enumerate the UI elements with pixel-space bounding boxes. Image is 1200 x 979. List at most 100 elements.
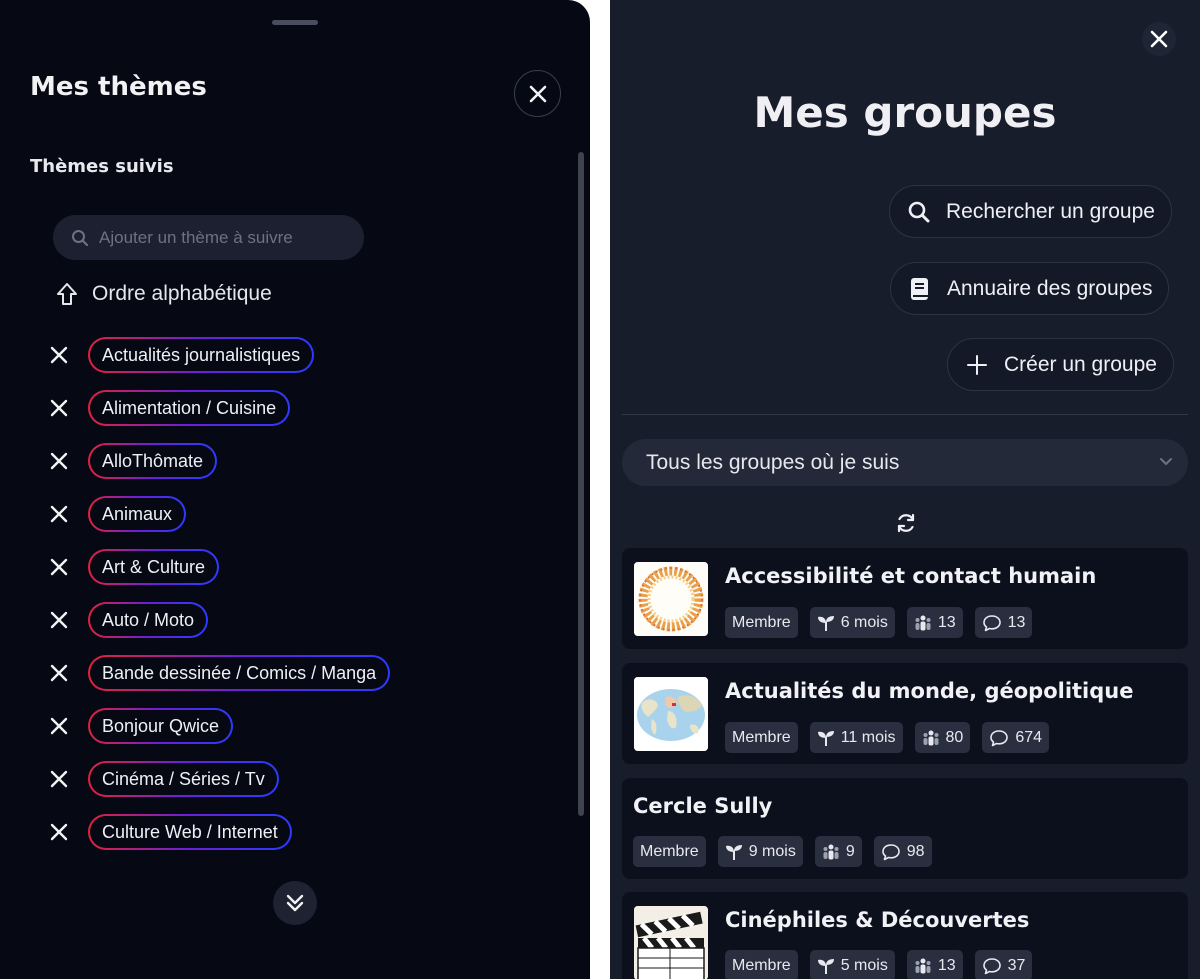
clapperboard-image xyxy=(634,906,708,979)
group-card[interactable]: Accessibilité et contact humain Membre 6… xyxy=(622,548,1188,649)
sort-toggle[interactable]: Ordre alphabétique xyxy=(56,282,272,306)
theme-tag[interactable]: Cinéma / Séries / Tv xyxy=(88,761,279,797)
search-group-button[interactable]: Rechercher un groupe xyxy=(889,185,1172,238)
arrow-up-icon xyxy=(57,283,77,305)
close-icon xyxy=(1150,30,1168,48)
theme-tag[interactable]: AlloThômate xyxy=(88,443,218,479)
users-icon xyxy=(823,844,839,859)
members-badge: 9 xyxy=(814,836,862,867)
comment-icon xyxy=(982,957,1001,974)
remove-theme-button[interactable] xyxy=(46,448,72,474)
search-placeholder: Ajouter un thème à suivre xyxy=(99,227,293,247)
theme-tag[interactable]: Bande dessinée / Comics / Manga xyxy=(88,655,391,691)
users-icon xyxy=(915,615,931,630)
group-name: Accessibilité et contact humain xyxy=(725,564,1097,588)
remove-theme-button[interactable] xyxy=(46,342,72,368)
search-icon xyxy=(908,201,930,222)
comment-icon xyxy=(990,729,1009,746)
scrollbar[interactable] xyxy=(578,152,584,816)
close-icon xyxy=(50,823,68,841)
close-icon xyxy=(50,399,68,417)
refresh-icon[interactable] xyxy=(895,512,917,534)
group-badges: Membre 6 mois 13 13 xyxy=(725,607,1033,638)
theme-item: Bonjour Qwice xyxy=(46,707,234,745)
remove-theme-button[interactable] xyxy=(46,501,72,527)
theme-tag[interactable]: Culture Web / Internet xyxy=(88,814,292,850)
role-label: Membre xyxy=(732,613,791,631)
directory-label: Annuaire des groupes xyxy=(947,276,1153,300)
theme-label: Bande dessinée / Comics / Manga xyxy=(90,657,389,689)
remove-theme-button[interactable] xyxy=(46,713,72,739)
age-label: 11 mois xyxy=(840,728,896,746)
sprout-icon xyxy=(725,844,742,860)
theme-tag[interactable]: Auto / Moto xyxy=(88,602,209,638)
group-badges: Membre 11 mois 80 674 xyxy=(725,722,1050,753)
create-group-label: Créer un groupe xyxy=(1004,352,1157,376)
load-more-button[interactable] xyxy=(273,881,317,925)
remove-theme-button[interactable] xyxy=(46,766,72,792)
theme-item: Culture Web / Internet xyxy=(46,813,292,851)
group-card[interactable]: Actualités du monde, géopolitique Membre… xyxy=(622,663,1188,764)
age-label: 6 mois xyxy=(840,613,888,631)
close-icon xyxy=(50,664,68,682)
theme-label: Alimentation / Cuisine xyxy=(90,392,289,424)
age-badge: 5 mois xyxy=(809,950,895,979)
theme-search-input[interactable]: Ajouter un thème à suivre xyxy=(53,215,364,260)
theme-label: AlloThômate xyxy=(90,445,216,477)
theme-tag[interactable]: Alimentation / Cuisine xyxy=(88,390,291,426)
group-filter-select[interactable]: Tous les groupes où je suis xyxy=(622,439,1188,486)
theme-tag[interactable]: Bonjour Qwice xyxy=(88,708,234,744)
sun-circle-image xyxy=(634,562,708,636)
theme-item: Alimentation / Cuisine xyxy=(46,389,291,427)
create-group-button[interactable]: Créer un groupe xyxy=(947,338,1174,391)
close-button[interactable] xyxy=(1142,22,1176,56)
theme-label: Auto / Moto xyxy=(90,604,207,636)
age-badge: 9 mois xyxy=(717,836,803,867)
messages-badge: 98 xyxy=(873,836,932,867)
directory-button[interactable]: Annuaire des groupes xyxy=(890,262,1170,315)
role-badge: Membre xyxy=(725,950,798,979)
role-label: Membre xyxy=(732,728,791,746)
messages-badge: 674 xyxy=(982,722,1050,753)
messages-badge: 37 xyxy=(974,950,1033,979)
group-name: Actualités du monde, géopolitique xyxy=(725,679,1134,703)
theme-item: Art & Culture xyxy=(46,548,220,586)
close-icon xyxy=(50,558,68,576)
group-card[interactable]: Cinéphiles & Découvertes Membre 5 mois 1… xyxy=(622,892,1188,979)
double-chevron-down-icon xyxy=(286,894,304,912)
remove-theme-button[interactable] xyxy=(46,660,72,686)
theme-tag[interactable]: Art & Culture xyxy=(88,549,220,585)
role-badge: Membre xyxy=(633,836,706,867)
members-badge: 80 xyxy=(914,722,971,753)
theme-label: Animaux xyxy=(90,498,185,530)
divider xyxy=(622,414,1188,415)
role-label: Membre xyxy=(640,842,699,860)
remove-theme-button[interactable] xyxy=(46,819,72,845)
remove-theme-button[interactable] xyxy=(46,395,72,421)
group-card[interactable]: Cercle Sully Membre 9 mois 9 98 xyxy=(622,778,1188,879)
theme-item: Auto / Moto xyxy=(46,601,209,639)
sprout-icon xyxy=(817,730,834,746)
theme-label: Cinéma / Séries / Tv xyxy=(90,763,277,795)
theme-tag[interactable]: Actualités journalistiques xyxy=(88,337,315,373)
role-badge: Membre xyxy=(725,607,798,638)
drag-handle[interactable] xyxy=(272,20,318,25)
close-icon xyxy=(50,611,68,629)
age-badge: 11 mois xyxy=(809,722,903,753)
theme-item: Cinéma / Séries / Tv xyxy=(46,760,279,798)
remove-theme-button[interactable] xyxy=(46,554,72,580)
close-icon xyxy=(50,452,68,470)
close-button[interactable] xyxy=(514,70,561,117)
section-title: Thèmes suivis xyxy=(30,156,174,177)
panel-title: Mes thèmes xyxy=(30,72,207,102)
theme-tag[interactable]: Animaux xyxy=(88,496,187,532)
messages-badge: 13 xyxy=(974,607,1033,638)
plus-icon xyxy=(967,354,987,375)
remove-theme-button[interactable] xyxy=(46,607,72,633)
group-name: Cinéphiles & Découvertes xyxy=(725,908,1030,932)
page-title: Mes groupes xyxy=(753,88,1057,137)
theme-label: Culture Web / Internet xyxy=(90,816,290,848)
theme-item: Bande dessinée / Comics / Manga xyxy=(46,654,391,692)
search-icon xyxy=(72,229,89,246)
group-name: Cercle Sully xyxy=(633,794,773,818)
